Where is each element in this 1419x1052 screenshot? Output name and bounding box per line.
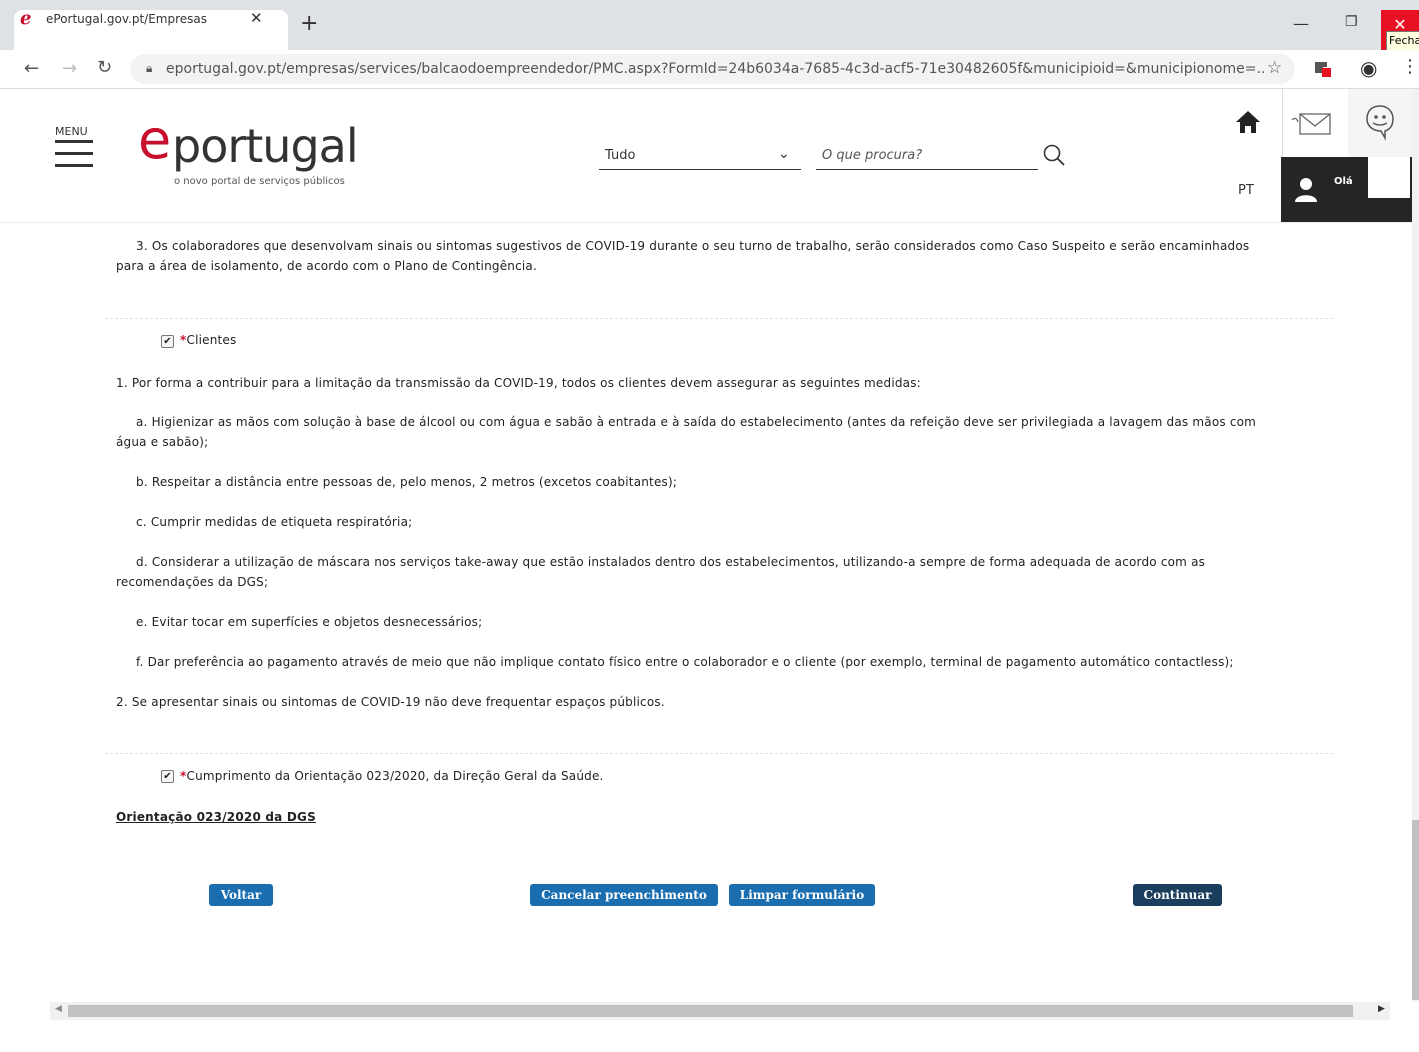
user-icon[interactable]: [1292, 175, 1320, 203]
cancelar-preenchimento-button[interactable]: Cancelar preenchimento: [530, 884, 718, 906]
redacted-username: [1368, 157, 1410, 198]
chat-assistant-icon[interactable]: [1362, 103, 1398, 141]
cumprimento-checkbox[interactable]: ✔: [161, 770, 174, 783]
clientes-item-d-line1: d. Considerar a utilização de máscara no…: [136, 555, 1206, 569]
clientes-item-a-line2: água e sabão);: [116, 435, 209, 449]
vertical-scrollbar-thumb[interactable]: [1412, 820, 1419, 1000]
close-tooltip: Fecha: [1386, 31, 1419, 51]
orientacao-dgs-link[interactable]: Orientação 023/2020 da DGS: [116, 807, 316, 827]
url-text[interactable]: eportugal.gov.pt/empresas/services/balca…: [166, 61, 1266, 77]
clientes-item-c: c. Cumprir medidas de etiqueta respirató…: [136, 515, 413, 529]
logo-text[interactable]: portugal: [172, 118, 359, 174]
search-category-value[interactable]: Tudo: [605, 148, 635, 163]
maximize-icon[interactable]: ❐: [1345, 14, 1358, 30]
tab-title: ePortugal.gov.pt/Empresas: [46, 12, 208, 26]
bottom-area: [0, 1020, 1419, 1052]
limpar-formulario-button[interactable]: Limpar formulário: [729, 884, 875, 906]
eportugal-favicon-icon: ℯ: [20, 8, 32, 29]
paragraph-3-line1: 3. Os colaboradores que desenvolvam sina…: [136, 239, 1250, 253]
reload-icon[interactable]: ↻: [97, 57, 112, 78]
clientes-label-text: Clientes: [186, 333, 237, 347]
section-divider: [105, 318, 1333, 319]
logo-tagline: o novo portal de serviços públicos: [174, 176, 345, 187]
clientes-item-1: 1. Por forma a contribuir para a limitaç…: [116, 376, 921, 390]
lock-icon[interactable]: 🔒︎: [146, 61, 152, 76]
clientes-item-2: 2. Se apresentar sinais ou sintomas de C…: [116, 695, 665, 709]
clientes-label[interactable]: *Clientes: [180, 330, 236, 350]
search-icon[interactable]: [1042, 143, 1066, 167]
horizontal-scrollbar-thumb[interactable]: [68, 1005, 1353, 1017]
continuar-button[interactable]: Continuar: [1133, 884, 1222, 906]
search-placeholder[interactable]: O que procura?: [822, 148, 922, 163]
clientes-item-b: b. Respeitar a distância entre pessoas d…: [136, 475, 678, 489]
user-greeting: Olá: [1334, 176, 1353, 187]
new-tab-button[interactable]: +: [300, 13, 318, 35]
kebab-menu-icon[interactable]: ⋮: [1401, 56, 1419, 77]
minimize-icon[interactable]: —: [1293, 14, 1309, 33]
section-divider: [105, 753, 1333, 754]
clientes-item-d-line2: recomendações da DGS;: [116, 575, 269, 589]
profile-icon[interactable]: ◉: [1360, 56, 1377, 80]
star-icon[interactable]: ☆: [1267, 58, 1282, 78]
clientes-item-e: e. Evitar tocar em superfícies e objetos…: [136, 615, 483, 629]
voltar-button[interactable]: Voltar: [209, 884, 273, 906]
clientes-item-f: f. Dar preferência ao pagamento através …: [136, 655, 1234, 669]
extension-icon[interactable]: [1312, 58, 1332, 78]
language-selector[interactable]: PT: [1238, 183, 1254, 198]
home-icon[interactable]: [1234, 108, 1262, 136]
paragraph-3-line2: para a área de isolamento, de acordo com…: [116, 259, 537, 273]
logo-e[interactable]: e: [138, 110, 171, 170]
mail-icon[interactable]: [1290, 110, 1334, 138]
chevron-down-icon[interactable]: ⌄: [778, 146, 790, 162]
hamburger-menu-icon[interactable]: [55, 140, 93, 176]
scroll-left-arrow-icon[interactable]: ◀: [55, 1004, 62, 1014]
cumprimento-label[interactable]: *Cumprimento da Orientação 023/2020, da …: [180, 766, 604, 786]
cumprimento-label-text: Cumprimento da Orientação 023/2020, da D…: [186, 769, 604, 783]
back-icon[interactable]: ←: [24, 58, 39, 79]
clientes-item-a-line1: a. Higienizar as mãos com solução à base…: [136, 415, 1257, 429]
menu-label[interactable]: MENU: [55, 125, 88, 138]
tab-close-icon[interactable]: ✕: [250, 9, 263, 27]
clientes-checkbox[interactable]: ✔: [161, 335, 174, 348]
scroll-right-arrow-icon[interactable]: ▶: [1378, 1004, 1385, 1014]
forward-icon[interactable]: →: [62, 58, 77, 79]
